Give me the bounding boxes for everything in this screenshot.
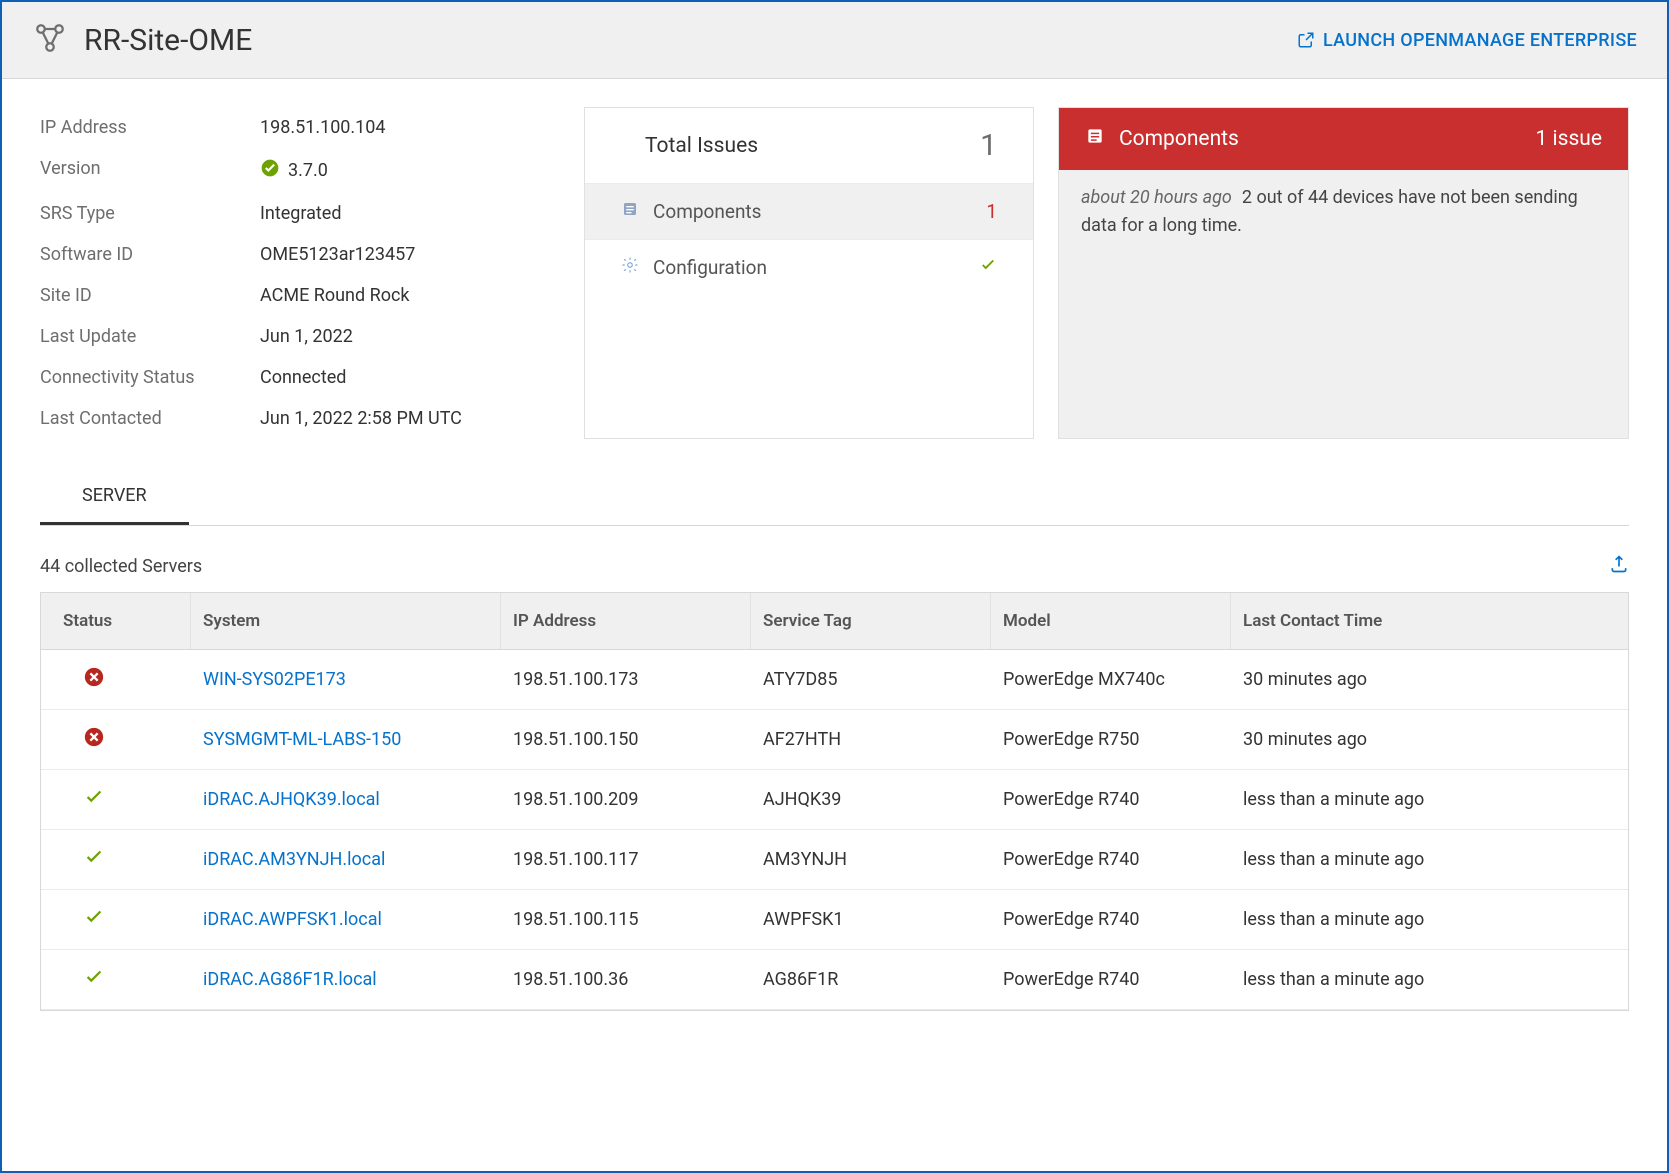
export-button[interactable] — [1609, 554, 1629, 578]
properties-panel: IP Address198.51.100.104 Version 3.7.0 S… — [40, 107, 560, 439]
prop-value-ip: 198.51.100.104 — [260, 117, 386, 138]
checkmark-icon — [83, 906, 105, 933]
cell-status — [41, 710, 191, 769]
checkmark-icon — [83, 786, 105, 813]
cell-status — [41, 890, 191, 949]
cell-tag: AG86F1R — [751, 953, 991, 1006]
issue-time: about 20 hours ago — [1081, 187, 1232, 208]
issue-badge: 1 issue — [1535, 127, 1602, 151]
components-issue-count: 1 — [986, 200, 997, 223]
error-icon — [83, 666, 105, 693]
total-issues-row: Total Issues 1 — [585, 108, 1033, 183]
total-issues-count: 1 — [980, 128, 997, 163]
system-link[interactable]: iDRAC.AWPFSK1.local — [203, 909, 382, 930]
table-row: iDRAC.AWPFSK1.local 198.51.100.115AWPFSK1… — [41, 890, 1628, 950]
prop-value-lastupd: Jun 1, 2022 — [260, 326, 353, 347]
system-link[interactable]: iDRAC.AG86F1R.local — [203, 969, 377, 990]
table-row: iDRAC.AG86F1R.local 198.51.100.36AG86F1RP… — [41, 950, 1628, 1010]
issues-summary-panel: Total Issues 1 Components 1 Configuratio… — [584, 107, 1034, 439]
cell-tag: AM3YNJH — [751, 833, 991, 886]
prop-label-site: Site ID — [40, 285, 260, 306]
cell-tag: AJHQK39 — [751, 773, 991, 826]
system-link[interactable]: WIN-SYS02PE173 — [203, 669, 346, 690]
col-header-ip[interactable]: IP Address — [501, 593, 751, 649]
category-row-components[interactable]: Components 1 — [585, 183, 1033, 239]
table-row: iDRAC.AM3YNJH.local 198.51.100.117AM3YNJH… — [41, 830, 1628, 890]
checkmark-icon — [83, 966, 105, 993]
cell-time: less than a minute ago — [1231, 833, 1628, 886]
list-icon — [1085, 126, 1105, 152]
page-title: RR-Site-OME — [84, 23, 252, 58]
cell-model: PowerEdge MX740c — [991, 653, 1231, 706]
prop-label-version: Version — [40, 158, 260, 183]
prop-value-version: 3.7.0 — [288, 160, 328, 181]
col-header-model[interactable]: Model — [991, 593, 1231, 649]
cell-ip: 198.51.100.117 — [501, 833, 751, 886]
cell-time: 30 minutes ago — [1231, 713, 1628, 766]
system-link[interactable]: iDRAC.AJHQK39.local — [203, 789, 380, 810]
col-header-time[interactable]: Last Contact Time — [1231, 593, 1628, 649]
table-row: SYSMGMT-ML-LABS-150 198.51.100.150AF27HTH… — [41, 710, 1628, 770]
prop-label-lastupd: Last Update — [40, 326, 260, 347]
system-link[interactable]: iDRAC.AM3YNJH.local — [203, 849, 385, 870]
checkmark-icon — [83, 846, 105, 873]
cell-time: less than a minute ago — [1231, 893, 1628, 946]
cell-model: PowerEdge R740 — [991, 833, 1231, 886]
launch-openmanage-link[interactable]: LAUNCH OPENMANAGE ENTERPRISE — [1297, 30, 1637, 51]
cell-model: PowerEdge R740 — [991, 953, 1231, 1006]
servers-table: Status System IP Address Service Tag Mod… — [40, 592, 1629, 1011]
cell-ip: 198.51.100.173 — [501, 653, 751, 706]
servers-count: 44 collected Servers — [40, 556, 202, 577]
prop-label-lastcontact: Last Contacted — [40, 408, 260, 429]
prop-label-swid: Software ID — [40, 244, 260, 265]
table-row: WIN-SYS02PE173 198.51.100.173ATY7D85Power… — [41, 650, 1628, 710]
prop-value-swid: OME5123ar123457 — [260, 244, 415, 265]
checkmark-icon — [260, 158, 280, 183]
cell-ip: 198.51.100.150 — [501, 713, 751, 766]
gear-icon — [621, 256, 639, 279]
cell-status — [41, 950, 191, 1009]
table-header: Status System IP Address Service Tag Mod… — [41, 593, 1628, 650]
cell-model: PowerEdge R750 — [991, 713, 1231, 766]
list-icon — [621, 200, 639, 223]
col-header-status[interactable]: Status — [41, 593, 191, 649]
cell-tag: ATY7D85 — [751, 653, 991, 706]
cell-status — [41, 650, 191, 709]
prop-value-conn: Connected — [260, 367, 346, 388]
cell-ip: 198.51.100.36 — [501, 953, 751, 1006]
prop-value-srs: Integrated — [260, 203, 342, 224]
cell-time: less than a minute ago — [1231, 773, 1628, 826]
prop-label-conn: Connectivity Status — [40, 367, 260, 388]
checkmark-icon — [979, 256, 997, 279]
tabs: SERVER — [40, 469, 1629, 526]
cell-status — [41, 770, 191, 829]
cell-model: PowerEdge R740 — [991, 893, 1231, 946]
category-row-configuration[interactable]: Configuration — [585, 239, 1033, 295]
prop-label-srs: SRS Type — [40, 203, 260, 224]
external-link-icon — [1297, 31, 1315, 49]
cell-tag: AWPFSK1 — [751, 893, 991, 946]
titlebar: RR-Site-OME LAUNCH OPENMANAGE ENTERPRISE — [2, 2, 1667, 79]
prop-value-lastcontact: Jun 1, 2022 2:58 PM UTC — [260, 408, 462, 429]
table-row: iDRAC.AJHQK39.local 198.51.100.209AJHQK39… — [41, 770, 1628, 830]
col-header-tag[interactable]: Service Tag — [751, 593, 991, 649]
collector-icon — [32, 20, 68, 60]
system-link[interactable]: SYSMGMT-ML-LABS-150 — [203, 729, 401, 750]
cell-time: 30 minutes ago — [1231, 653, 1628, 706]
cell-status — [41, 830, 191, 889]
tab-server[interactable]: SERVER — [40, 469, 189, 525]
cell-model: PowerEdge R740 — [991, 773, 1231, 826]
col-header-system[interactable]: System — [191, 593, 501, 649]
prop-value-site: ACME Round Rock — [260, 285, 410, 306]
table-body[interactable]: WIN-SYS02PE173198.51.100.173ATY7D85Power… — [41, 650, 1628, 1010]
issue-detail-header: Components 1 issue — [1059, 108, 1628, 170]
cell-time: less than a minute ago — [1231, 953, 1628, 1006]
cell-tag: AF27HTH — [751, 713, 991, 766]
prop-label-ip: IP Address — [40, 117, 260, 138]
cell-ip: 198.51.100.209 — [501, 773, 751, 826]
issue-detail-panel: Components 1 issue about 20 hours ago2 o… — [1058, 107, 1629, 439]
cell-ip: 198.51.100.115 — [501, 893, 751, 946]
error-icon — [83, 726, 105, 753]
issue-detail-body: about 20 hours ago2 out of 44 devices ha… — [1059, 170, 1628, 254]
